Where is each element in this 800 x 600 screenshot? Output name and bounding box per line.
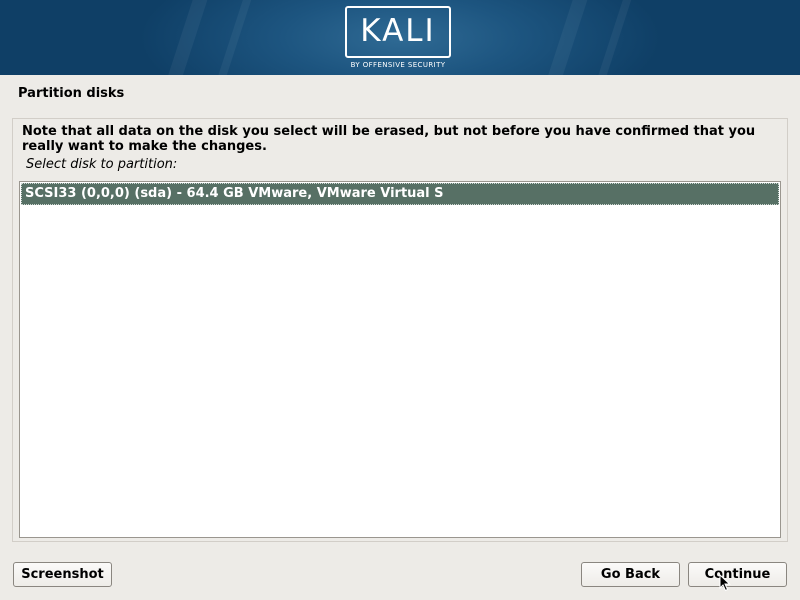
continue-button[interactable]: Continue	[688, 562, 787, 587]
disk-list[interactable]: SCSI33 (0,0,0) (sda) - 64.4 GB VMware, V…	[19, 181, 781, 538]
go-back-button[interactable]: Go Back	[581, 562, 680, 587]
banner-streak	[161, 0, 213, 75]
mouse-cursor-icon	[719, 574, 731, 592]
banner-streak	[541, 0, 593, 75]
banner-streak	[211, 0, 257, 75]
disk-list-item-sda[interactable]: SCSI33 (0,0,0) (sda) - 64.4 GB VMware, V…	[21, 183, 779, 205]
content-panel: Note that all data on the disk you selec…	[12, 118, 788, 542]
logo-text: KALI	[360, 13, 436, 49]
kali-logo: KALI BY OFFENSIVE SECURITY	[345, 6, 455, 70]
screenshot-button[interactable]: Screenshot	[13, 562, 112, 587]
logo-tagline: BY OFFENSIVE SECURITY	[350, 61, 446, 69]
header-banner: KALI BY OFFENSIVE SECURITY	[0, 0, 800, 75]
select-disk-label: Select disk to partition:	[26, 157, 178, 172]
page-title: Partition disks	[18, 86, 125, 101]
banner-streak	[591, 0, 637, 75]
erase-warning-text: Note that all data on the disk you selec…	[22, 124, 756, 154]
